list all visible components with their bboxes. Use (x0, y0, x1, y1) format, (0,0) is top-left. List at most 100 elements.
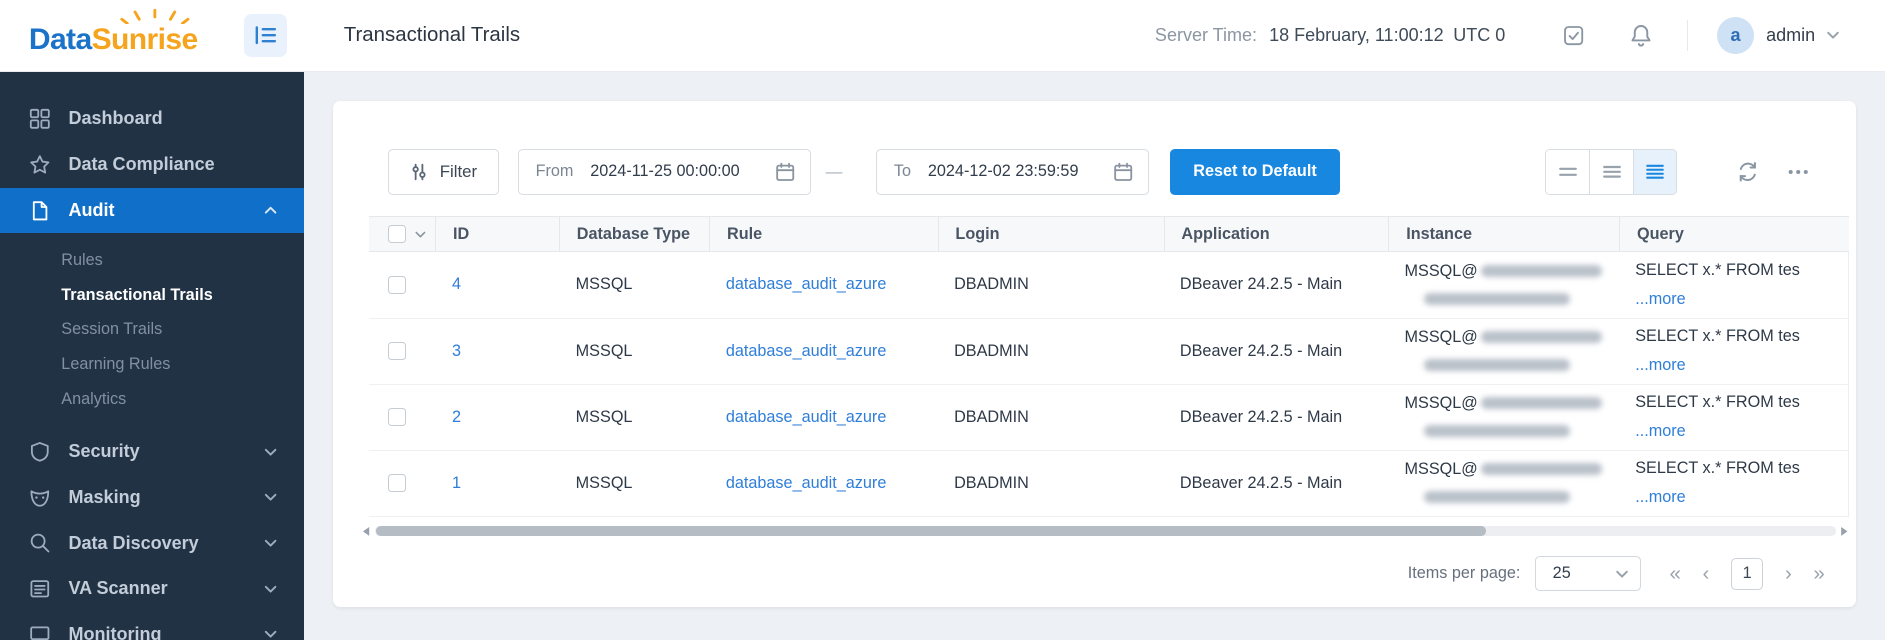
date-to-field[interactable]: To 2024-12-02 23:59:59 (876, 149, 1149, 195)
page-size-select[interactable]: 25 (1534, 556, 1641, 592)
more-link[interactable]: ...more (1635, 351, 1685, 380)
prev-page-button[interactable]: ‹ (1702, 563, 1709, 584)
row-id-link[interactable]: 2 (452, 408, 461, 426)
calendar-icon[interactable] (1113, 162, 1133, 182)
filter-button[interactable]: Filter (388, 149, 499, 195)
row-select-cell (369, 408, 435, 427)
sidebar-item-analytics[interactable]: Analytics (0, 382, 304, 417)
reset-to-default-button[interactable]: Reset to Default (1170, 149, 1340, 195)
density-compact-button[interactable] (1546, 150, 1590, 194)
chevron-down-icon (265, 631, 277, 638)
sidebar-item-masking[interactable]: Masking (0, 475, 304, 521)
table-body: 4 MSSQL database_audit_azure DBADMIN DBe… (369, 252, 1849, 517)
row-rule-cell: database_audit_azure (709, 275, 937, 294)
row-application: DBeaver 24.2.5 - Main (1179, 407, 1343, 426)
sidebar-item-learning-rules[interactable]: Learning Rules (0, 347, 304, 382)
header-database-type[interactable]: Database Type (558, 217, 709, 252)
header-application[interactable]: Application (1163, 217, 1389, 252)
refresh-button[interactable] (1737, 161, 1759, 183)
more-link[interactable]: ...more (1635, 285, 1685, 314)
row-rule-link[interactable]: database_audit_azure (726, 275, 887, 293)
server-time-label: Server Time: (1154, 25, 1258, 46)
sidebar-item-monitoring[interactable]: Monitoring (0, 612, 304, 640)
list-icon (30, 580, 49, 598)
sunrise-rays-icon (120, 8, 190, 25)
more-options-button[interactable] (1788, 169, 1808, 175)
divider (1686, 19, 1688, 52)
sidebar-item-label: VA Scanner (68, 578, 168, 599)
row-rule-link[interactable]: database_audit_azure (726, 474, 887, 492)
calendar-icon[interactable] (775, 162, 795, 182)
current-page[interactable]: 1 (1730, 557, 1764, 591)
scrollbar-track[interactable] (375, 526, 1836, 537)
ellipsis-icon (1788, 169, 1808, 174)
chevron-down-icon (1827, 32, 1839, 39)
row-db-type: MSSQL (575, 407, 633, 426)
query-text: SELECT x.* FROM tes (1635, 459, 1800, 478)
sidebar-item-transactional-trails[interactable]: Transactional Trails (0, 278, 304, 313)
header-query[interactable]: Query (1619, 217, 1849, 252)
first-page-button[interactable]: « (1669, 563, 1680, 584)
select-dropdown-chevron-icon[interactable] (415, 231, 426, 238)
row-id-link[interactable]: 1 (452, 474, 461, 492)
sidebar-item-dashboard[interactable]: Dashboard (0, 96, 304, 142)
more-link[interactable]: ...more (1635, 483, 1685, 512)
tasks-button[interactable] (1561, 23, 1586, 48)
next-page-button[interactable]: › (1785, 563, 1792, 584)
query-text: SELECT x.* FROM tes (1635, 327, 1800, 346)
sidebar-item-security[interactable]: Security (0, 429, 304, 475)
horizontal-scrollbar[interactable] (362, 525, 1849, 537)
row-id-cell: 2 (435, 408, 559, 427)
star-icon (30, 155, 50, 174)
filter-label: Filter (439, 161, 478, 181)
row-rule-link[interactable]: database_audit_azure (726, 342, 887, 360)
header-login[interactable]: Login (937, 217, 1164, 252)
chevron-down-icon (265, 448, 277, 456)
chevron-down-icon (1615, 570, 1628, 578)
date-from-value[interactable]: 2024-11-25 00:00:00 (590, 162, 768, 181)
date-from-field[interactable]: From 2024-11-25 00:00:00 (517, 149, 812, 195)
sidebar-item-audit[interactable]: Audit (0, 187, 305, 234)
row-id-link[interactable]: 4 (452, 275, 461, 293)
sidebar-collapse-button[interactable] (244, 13, 288, 58)
row-checkbox[interactable] (388, 408, 407, 427)
scroll-right-icon[interactable] (1840, 526, 1848, 537)
query-text: SELECT x.* FROM tes (1635, 393, 1800, 412)
date-to-value[interactable]: 2024-12-02 23:59:59 (928, 162, 1106, 181)
density-medium-button[interactable] (1589, 150, 1633, 194)
header-instance[interactable]: Instance (1388, 217, 1619, 252)
sidebar-item-data-discovery[interactable]: Data Discovery (0, 520, 304, 566)
instance-prefix: MSSQL@ (1404, 327, 1478, 346)
header-rule[interactable]: Rule (709, 217, 937, 252)
sidebar-item-session-trails[interactable]: Session Trails (0, 313, 304, 348)
header-id[interactable]: ID (435, 217, 559, 252)
dashboard-icon (29, 109, 50, 129)
row-instance: MSSQL@ (1388, 323, 1619, 378)
row-instance: MSSQL@ (1388, 257, 1619, 312)
row-rule-link[interactable]: database_audit_azure (726, 408, 887, 426)
scroll-left-icon[interactable] (362, 526, 370, 537)
sidebar-item-label: Masking (68, 487, 141, 508)
date-from-label: From (535, 162, 574, 181)
row-checkbox[interactable] (388, 474, 407, 493)
instance-prefix: MSSQL@ (1404, 459, 1478, 478)
select-all-checkbox[interactable] (388, 225, 407, 244)
row-db-type: MSSQL (575, 275, 633, 294)
logo-text-data: Data (28, 23, 92, 57)
density-expanded-button[interactable] (1632, 150, 1676, 194)
notifications-button[interactable] (1629, 23, 1653, 48)
user-menu[interactable]: a admin (1716, 16, 1839, 55)
row-login: DBADMIN (954, 407, 1029, 426)
row-login: DBADMIN (954, 473, 1029, 492)
row-checkbox[interactable] (388, 342, 407, 361)
sidebar-item-va-scanner[interactable]: VA Scanner (0, 566, 304, 612)
more-link[interactable]: ...more (1635, 417, 1685, 446)
sidebar-item-rules[interactable]: Rules (0, 243, 304, 278)
scrollbar-thumb[interactable] (376, 526, 1487, 537)
row-id-link[interactable]: 3 (452, 342, 461, 360)
last-page-button[interactable]: » (1813, 563, 1824, 584)
row-checkbox[interactable] (388, 275, 407, 294)
sidebar-item-label: Monitoring (68, 624, 162, 640)
app-logo[interactable]: DataSunrise (28, 8, 198, 57)
sidebar-item-data-compliance[interactable]: Data Compliance (0, 142, 304, 188)
